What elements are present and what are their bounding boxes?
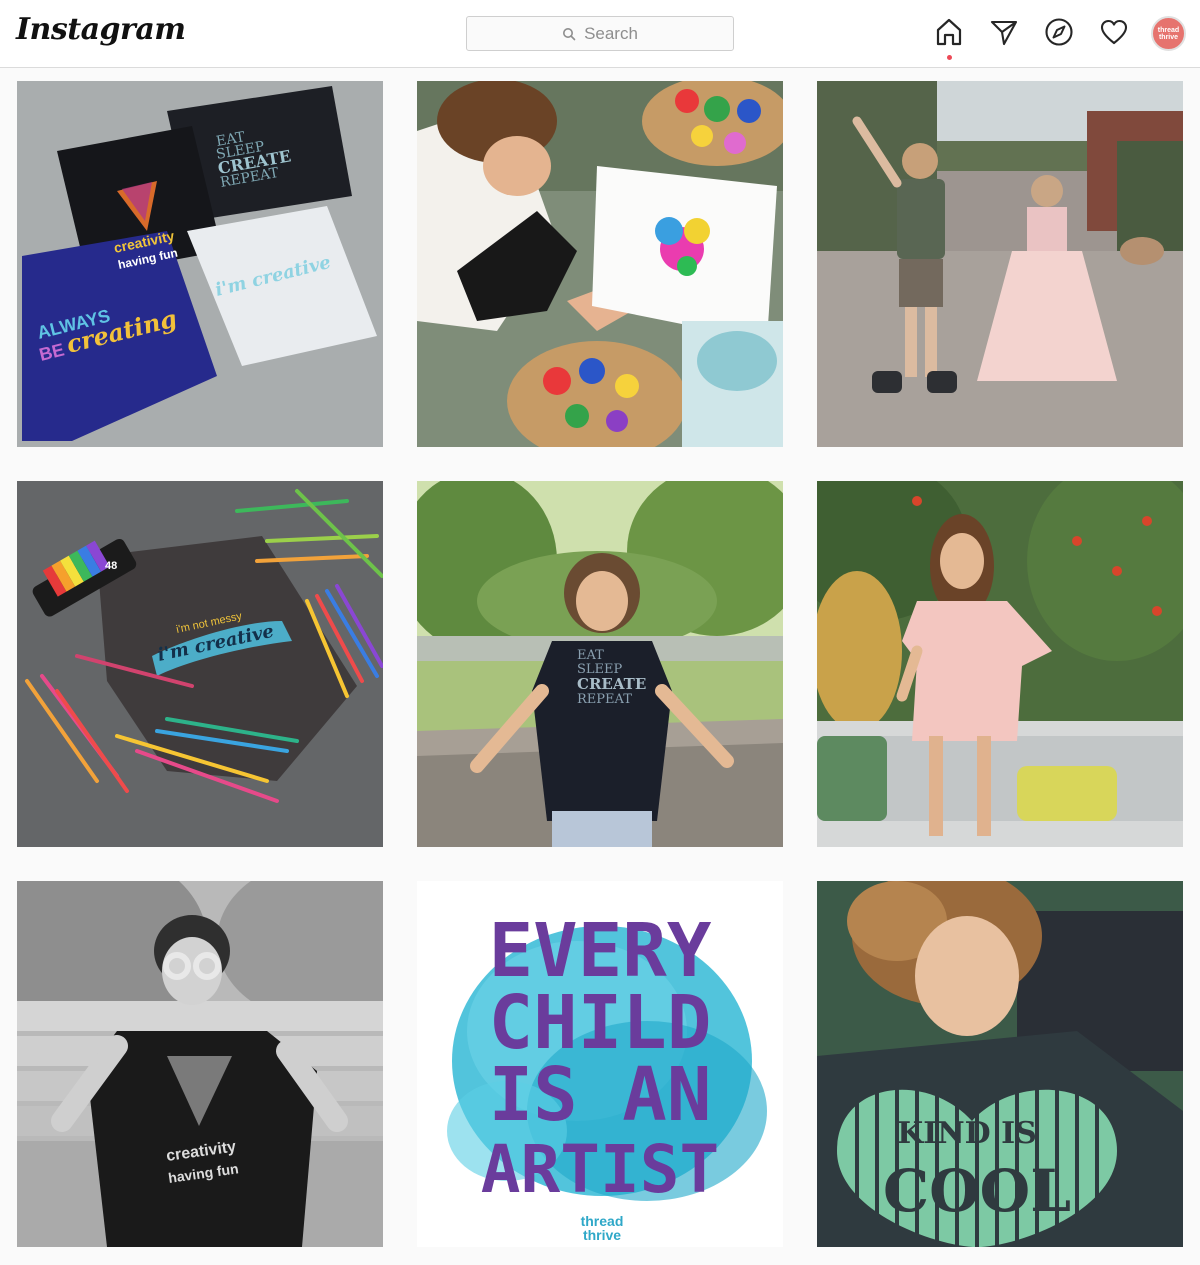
post-text: CREATE: [577, 675, 646, 693]
post-text: KIND IS: [897, 1116, 1037, 1151]
post-text: ARTIST: [481, 1131, 719, 1208]
home-icon: [936, 18, 962, 46]
post-tile-9[interactable]: KIND IS COOL: [817, 881, 1183, 1247]
top-bar: Instagram Search thread thrive: [0, 0, 1200, 68]
avatar-text-line1: thread: [1157, 26, 1180, 34]
posts-grid: creativity having fun EAT SLEEP CREATE R…: [17, 81, 1183, 1247]
post-image-every-child: EVERY CHILD IS AN ARTIST thread thrive: [417, 881, 783, 1247]
post-text: COOL: [883, 1157, 1071, 1225]
post-image-pencils-shirt: 48 i'm not messy i'm creative: [17, 481, 383, 847]
nav-home-button[interactable]: [933, 16, 965, 48]
post-image-tshirts: creativity having fun EAT SLEEP CREATE R…: [17, 81, 383, 447]
profile-avatar[interactable]: thread thrive: [1151, 16, 1186, 51]
search-icon: [563, 27, 576, 40]
post-tile-6[interactable]: [817, 481, 1183, 847]
search-input[interactable]: Search: [466, 16, 734, 51]
post-tile-5[interactable]: EAT SLEEP CREATE REPEAT: [417, 481, 783, 847]
post-tile-4[interactable]: 48 i'm not messy i'm creative: [17, 481, 383, 847]
compass-icon: [1045, 18, 1073, 46]
paper-plane-icon: [990, 20, 1018, 46]
post-image-kids-dancing: [817, 81, 1183, 447]
post-text: EAT: [577, 648, 604, 663]
post-image-child-painting: [417, 81, 783, 447]
post-text: IS AN: [489, 1052, 712, 1138]
post-tile-1[interactable]: creativity having fun EAT SLEEP CREATE R…: [17, 81, 383, 447]
post-tile-3[interactable]: [817, 81, 1183, 447]
nav-direct-button[interactable]: [988, 16, 1020, 48]
nav-explore-button[interactable]: [1043, 16, 1075, 48]
post-image-kind-is-cool: KIND IS COOL: [817, 881, 1183, 1247]
search-placeholder: Search: [584, 23, 638, 43]
post-tile-8[interactable]: EVERY CHILD IS AN ARTIST thread thrive: [417, 881, 783, 1247]
heart-icon: [1100, 19, 1128, 45]
avatar-text-line2: thrive: [1158, 33, 1179, 41]
post-image-boy-deck: EAT SLEEP CREATE REPEAT: [417, 481, 783, 847]
post-tile-7[interactable]: creativity having fun: [17, 881, 383, 1247]
active-indicator: [947, 55, 952, 60]
post-text: 48: [105, 560, 117, 572]
brand-mark-line2: thrive: [583, 1227, 621, 1243]
post-text: REPEAT: [577, 692, 632, 707]
instagram-logo[interactable]: Instagram: [16, 12, 186, 47]
nav-activity-button[interactable]: [1098, 16, 1130, 48]
post-image-boy-bw: creativity having fun: [17, 881, 383, 1247]
post-image-girl-pink: [817, 481, 1183, 847]
post-tile-2[interactable]: [417, 81, 783, 447]
